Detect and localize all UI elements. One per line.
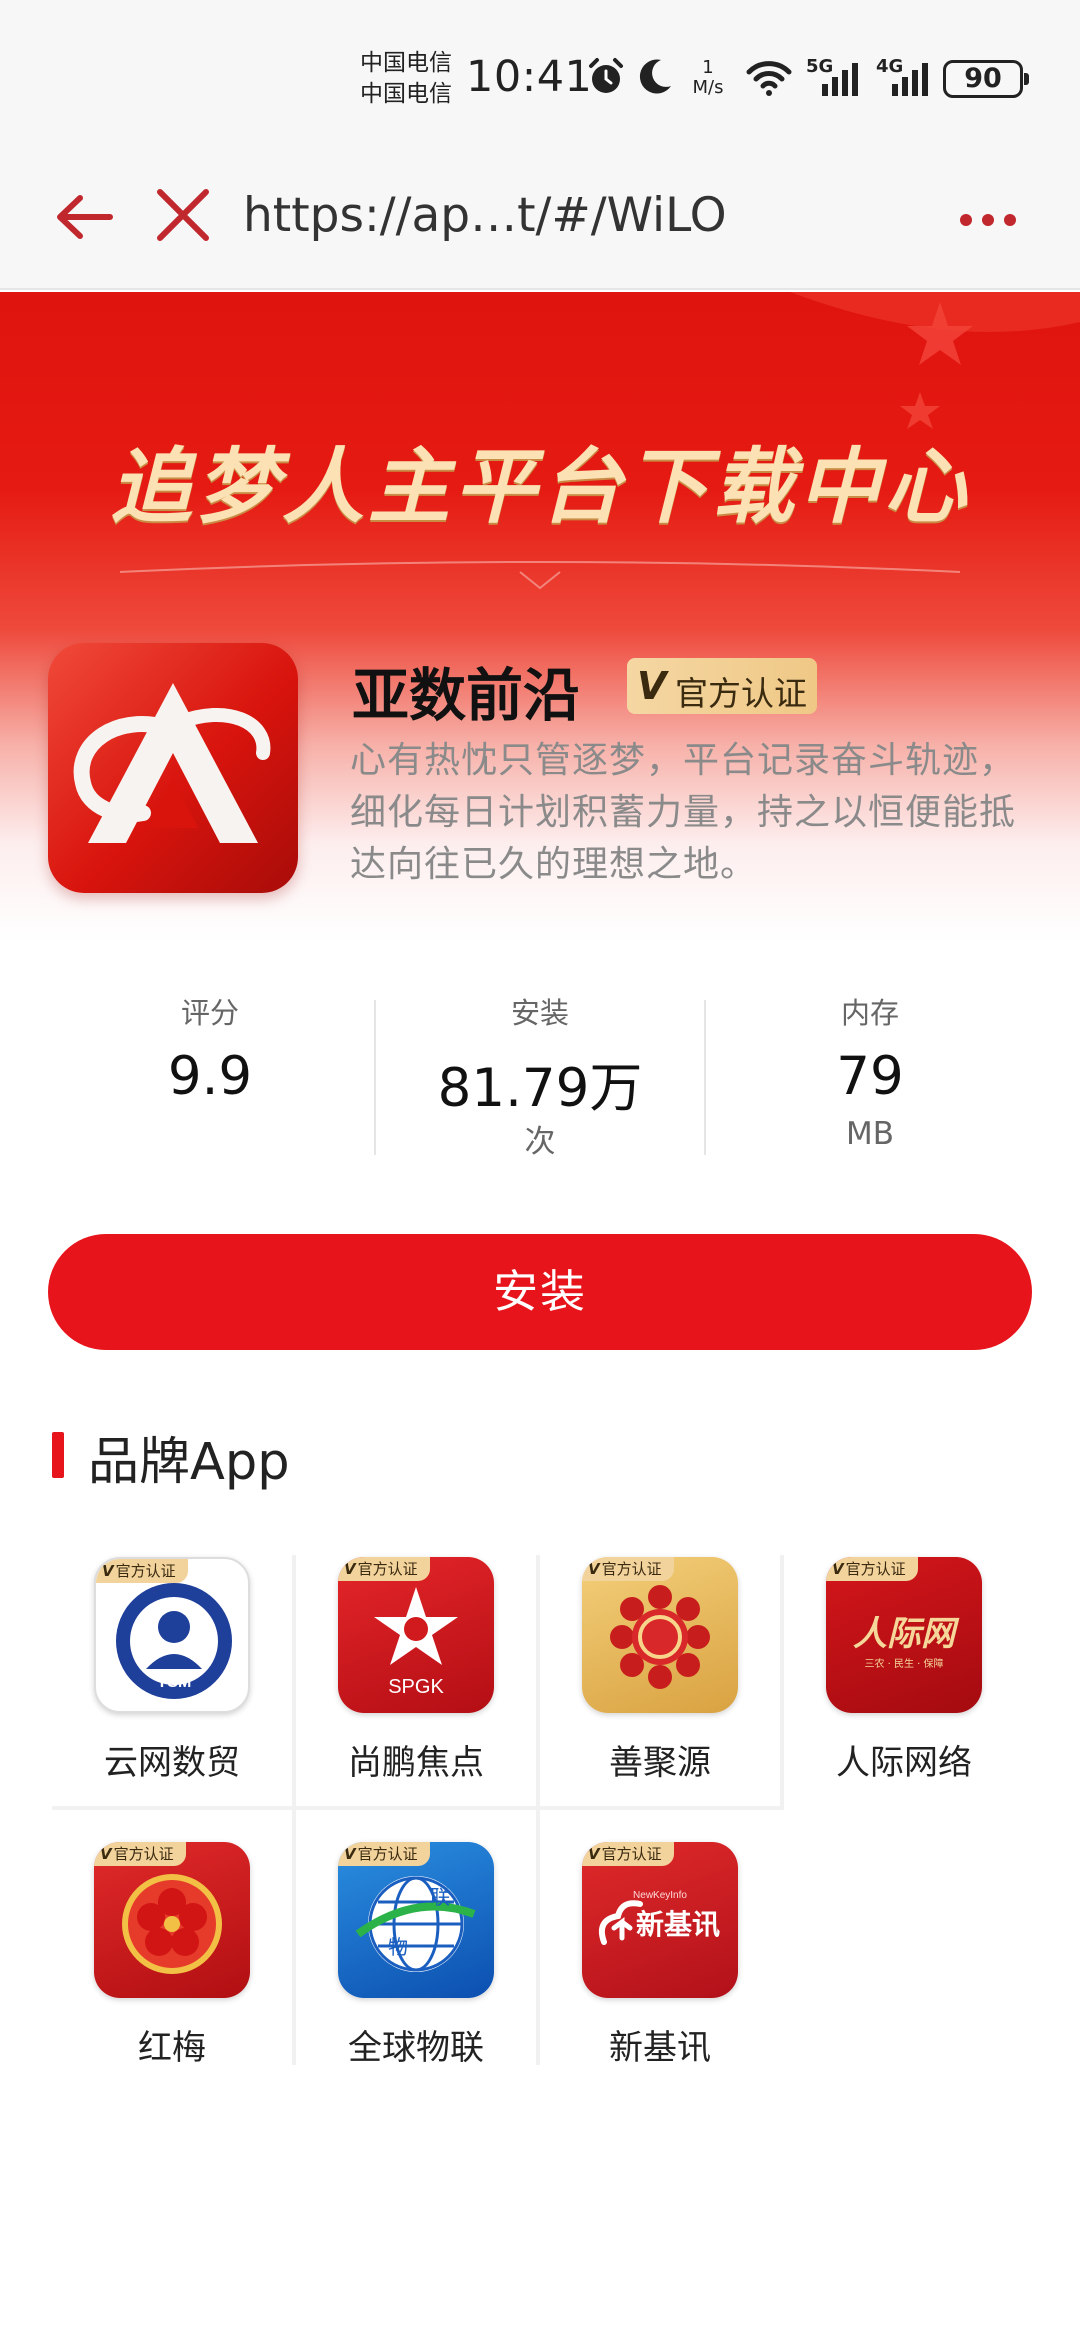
icon-text-2: 联: [430, 1885, 450, 1909]
icon-subtext: 三农 · 民生 · 保障: [864, 1657, 943, 1670]
alarm-icon: [589, 58, 623, 93]
stat-label: 安装: [510, 996, 569, 1030]
xinjixun-cloud-icon: NewKeyInfo 新基讯 V 官方认证: [582, 1842, 738, 1998]
network-speed: 1 M/s: [687, 58, 729, 98]
brand-app-hongmei[interactable]: V 官方认证 红梅: [50, 1830, 294, 2110]
brand-app-quanqiu[interactable]: 物 联 V 官方认证 全球物联: [294, 1830, 538, 2110]
brand-app-xinjixun[interactable]: NewKeyInfo 新基讯 V 官方认证 新基讯: [538, 1830, 782, 2110]
brand-app-name: 红梅: [138, 2028, 206, 2068]
back-arrow-icon[interactable]: [50, 182, 120, 252]
spgk-star-icon: SPGK V 官方认证: [338, 1557, 494, 1713]
official-tag: V 官方认证: [582, 1842, 674, 1866]
more-options-icon[interactable]: [950, 200, 1030, 240]
yashu-logo-icon: [73, 683, 271, 843]
app-description: 心有热忱只管逐梦，平台记录奋斗轨迹，细化每日计划积蓄力量，持之以恒便能抵达向往已…: [350, 740, 1017, 885]
official-tag: V 官方认证: [94, 1842, 186, 1866]
official-tag: V 官方认证: [338, 1557, 430, 1581]
battery-indicator: 90: [943, 60, 1029, 98]
stat-unit: MB: [845, 1116, 894, 1152]
stat-value: 79: [836, 1046, 904, 1107]
stat-divider: [374, 1000, 376, 1155]
official-tag: V 官方认证: [96, 1559, 188, 1583]
brand-app-name: 云网数贸: [104, 1743, 240, 1783]
icon-text: SPGK: [388, 1676, 444, 1698]
wifi-icon: [746, 61, 792, 96]
stat-label: 评分: [180, 996, 239, 1030]
brand-app-name: 尚鹏焦点: [348, 1743, 484, 1783]
signal-icon-1: [822, 63, 858, 96]
badge-v-icon: V: [637, 664, 667, 708]
ysm-portrait-icon: YSM V 官方认证: [94, 1557, 250, 1713]
brand-app-name: 新基讯: [609, 2028, 711, 2068]
install-button[interactable]: 安装: [48, 1234, 1032, 1350]
brand-app-shanjuyuan[interactable]: V 官方认证 善聚源: [538, 1545, 782, 1825]
stat-installs: 安装 81.79万 次: [380, 990, 700, 1161]
stat-unit: 次: [524, 1124, 556, 1160]
stat-value: 81.79万: [437, 1058, 643, 1119]
section-accent-bar: [52, 1432, 64, 1478]
brand-app-yunwang[interactable]: YSM V 官方认证 云网数贸: [50, 1545, 294, 1825]
browser-toolbar: https://ap…t/#/WiLO: [0, 150, 1080, 290]
speed-unit: M/s: [692, 77, 724, 98]
official-badge: V 官方认证: [627, 658, 817, 714]
moon-icon: [639, 59, 671, 94]
carrier-labels: 中国电信 中国电信: [360, 48, 452, 110]
icon-text: 新基讯: [636, 1908, 720, 1941]
stat-value: 9.9: [167, 1046, 253, 1107]
globe-wulian-icon: 物 联 V 官方认证: [338, 1842, 494, 1998]
speed-value: 1: [702, 57, 714, 78]
carrier-1: 中国电信: [360, 50, 452, 76]
official-tag: V 官方认证: [826, 1557, 918, 1581]
badge-text: 官方认证: [675, 674, 807, 713]
brand-app-name: 人际网络: [836, 1743, 972, 1783]
icon-subtext: NewKeyInfo: [633, 1890, 687, 1901]
brand-app-name: 全球物联: [348, 2028, 484, 2068]
app-icon: [48, 643, 298, 893]
shou-flower-icon: V 官方认证: [582, 1557, 738, 1713]
app-name: 亚数前沿: [352, 663, 580, 729]
stat-label: 内存: [840, 996, 899, 1030]
stat-divider: [704, 1000, 706, 1155]
official-tag: V 官方认证: [338, 1842, 430, 1866]
close-icon[interactable]: [148, 180, 218, 250]
status-bar: 中国电信 中国电信 10:41 1 M/s 5G 4G 90: [0, 0, 1080, 150]
url-field[interactable]: https://ap…t/#/WiLO: [243, 188, 727, 243]
official-tag: V 官方认证: [582, 1557, 674, 1581]
icon-text: YSM: [157, 1674, 192, 1691]
brand-app-shangpeng[interactable]: SPGK V 官方认证 尚鹏焦点: [294, 1545, 538, 1825]
brand-app-renji[interactable]: 人际网 三农 · 民生 · 保障 V 官方认证 人际网络: [782, 1545, 1026, 1825]
clock: 10:41: [466, 52, 593, 102]
plum-blossom-icon: V 官方认证: [94, 1842, 250, 1998]
icon-text: 人际网: [853, 1614, 960, 1654]
stat-rating: 评分 9.9: [50, 990, 370, 1116]
signal-icon-2: [892, 63, 928, 96]
section-title: 品牌App: [88, 1433, 290, 1492]
carrier-2: 中国电信: [360, 81, 452, 107]
icon-text: 物: [388, 1935, 408, 1959]
brand-app-name: 善聚源: [609, 1743, 711, 1783]
hero-title: 追梦人主平台下载中心: [110, 440, 970, 535]
renjiwang-logo-icon: 人际网 三农 · 民生 · 保障 V 官方认证: [826, 1557, 982, 1713]
stat-size: 内存 79 MB: [710, 990, 1030, 1152]
hero-arc-decoration: [120, 561, 960, 590]
